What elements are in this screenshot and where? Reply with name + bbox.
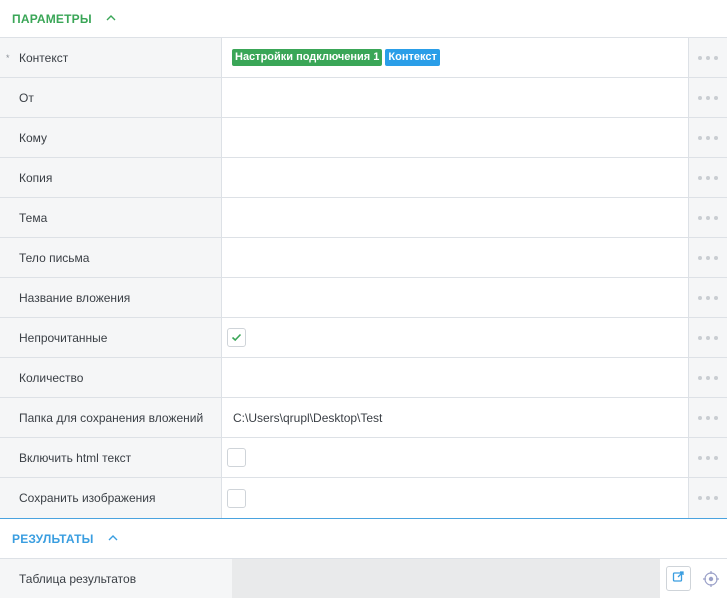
param-label: Контекст: [19, 50, 69, 65]
param-label: Тема: [19, 210, 48, 225]
param-label-cell: От: [0, 78, 222, 117]
param-row-to: Кому: [0, 118, 727, 158]
results-title: РЕЗУЛЬТАТЫ: [12, 531, 94, 546]
parameters-header[interactable]: ПАРАМЕТРЫ: [0, 0, 727, 37]
more-dots-icon[interactable]: [688, 438, 727, 477]
param-label: Включить html текст: [19, 450, 132, 465]
more-dots-icon[interactable]: [688, 78, 727, 117]
param-label-cell: Тело письма: [0, 238, 222, 277]
results-section: РЕЗУЛЬТАТЫ Таблица результатов: [0, 518, 727, 598]
param-label: От: [19, 90, 34, 105]
include-html-checkbox[interactable]: [227, 448, 246, 467]
unread-value-cell: [222, 318, 688, 357]
param-row-body: Тело письма: [0, 238, 727, 278]
param-row-cc: Копия: [0, 158, 727, 198]
more-dots-icon[interactable]: [688, 318, 727, 357]
param-row-from: От: [0, 78, 727, 118]
context-tag-context[interactable]: Контекст: [385, 49, 440, 66]
more-dots-icon[interactable]: [688, 358, 727, 397]
param-label-cell: Тема: [0, 198, 222, 237]
param-label-cell: Количество: [0, 358, 222, 397]
param-label: Непрочитанные: [19, 330, 108, 345]
parameters-section: ПАРАМЕТРЫ * Контекст Настройки подключен…: [0, 0, 727, 518]
result-row-table: Таблица результатов: [0, 558, 727, 598]
cc-input[interactable]: [222, 158, 688, 197]
param-row-subject: Тема: [0, 198, 727, 238]
unread-checkbox[interactable]: [227, 328, 246, 347]
subject-input[interactable]: [222, 198, 688, 237]
more-dots-icon[interactable]: [688, 238, 727, 277]
param-row-include-html: Включить html текст: [0, 438, 727, 478]
attachment-name-input[interactable]: [222, 278, 688, 317]
param-label-cell: * Контекст: [0, 38, 222, 77]
more-dots-icon[interactable]: [688, 398, 727, 437]
attachments-folder-input[interactable]: C:\Users\qrupl\Desktop\Test: [222, 398, 688, 437]
param-label: Тело письма: [19, 250, 90, 265]
required-mark: *: [6, 53, 10, 63]
param-row-attachments-folder: Папка для сохранения вложений C:\Users\q…: [0, 398, 727, 438]
open-external-icon: [672, 570, 685, 588]
result-label: Таблица результатов: [19, 571, 137, 586]
more-dots-icon[interactable]: [688, 198, 727, 237]
results-header[interactable]: РЕЗУЛЬТАТЫ: [0, 519, 727, 558]
param-label: Название вложения: [19, 290, 131, 305]
context-value-field[interactable]: Настройки подключения 1 Контекст: [222, 38, 688, 77]
from-input[interactable]: [222, 78, 688, 117]
save-images-value-cell: [222, 478, 688, 518]
param-label-cell: Название вложения: [0, 278, 222, 317]
param-label: Кому: [19, 130, 48, 145]
param-label: Сохранить изображения: [19, 491, 156, 505]
result-label-cell: Таблица результатов: [0, 559, 232, 598]
chevron-up-icon[interactable]: [106, 14, 118, 24]
more-dots-icon[interactable]: [688, 118, 727, 157]
more-dots-icon[interactable]: [688, 278, 727, 317]
folder-path-value: C:\Users\qrupl\Desktop\Test: [233, 410, 383, 425]
param-row-unread: Непрочитанные: [0, 318, 727, 358]
count-input[interactable]: [222, 358, 688, 397]
body-input[interactable]: [222, 238, 688, 277]
param-label-cell: Папка для сохранения вложений: [0, 398, 222, 437]
param-row-context: * Контекст Настройки подключения 1 Контек…: [0, 38, 727, 78]
param-label-cell: Копия: [0, 158, 222, 197]
more-dots-icon[interactable]: [688, 38, 727, 77]
param-label-cell: Непрочитанные: [0, 318, 222, 357]
include-html-value-cell: [222, 438, 688, 477]
context-tag-connection[interactable]: Настройки подключения 1: [232, 49, 383, 66]
save-images-checkbox[interactable]: [227, 488, 246, 508]
param-label-cell: Кому: [0, 118, 222, 157]
param-label-cell: Включить html текст: [0, 438, 222, 477]
param-label: Папка для сохранения вложений: [19, 410, 204, 425]
more-dots-icon[interactable]: [688, 478, 727, 518]
param-row-count: Количество: [0, 358, 727, 398]
crosshair-target-icon[interactable]: [701, 569, 721, 589]
parameters-table: * Контекст Настройки подключения 1 Контек…: [0, 37, 727, 518]
chevron-up-icon[interactable]: [108, 534, 120, 544]
result-actions: [660, 559, 727, 598]
checkmark-icon: [231, 331, 242, 345]
param-label-cell: Сохранить изображения: [0, 478, 222, 518]
param-row-save-images: Сохранить изображения: [0, 478, 727, 518]
param-row-attachment-name: Название вложения: [0, 278, 727, 318]
open-external-button[interactable]: [666, 566, 691, 591]
parameters-title: ПАРАМЕТРЫ: [12, 11, 92, 26]
param-label: Количество: [19, 370, 84, 385]
results-table-value: [232, 559, 660, 598]
to-input[interactable]: [222, 118, 688, 157]
more-dots-icon[interactable]: [688, 158, 727, 197]
param-label: Копия: [19, 170, 53, 185]
